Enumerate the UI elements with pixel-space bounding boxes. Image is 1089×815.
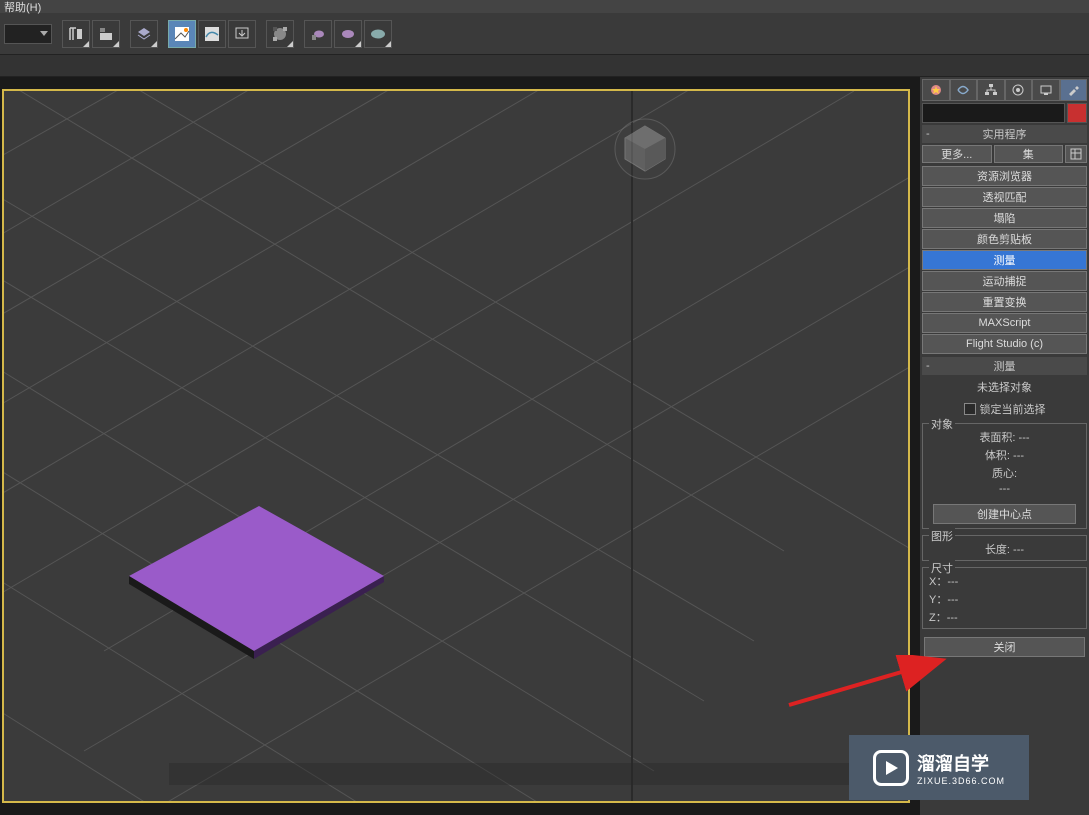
shape-group-label: 图形	[929, 528, 955, 544]
toolbar-btn-1[interactable]	[62, 20, 90, 48]
watermark: 溜溜自学 ZIXUE.3D66.COM	[849, 735, 1029, 800]
utilities-rollout-header[interactable]: - 实用程序	[922, 125, 1087, 143]
color-swatch[interactable]	[1067, 103, 1087, 123]
viewport-grid	[4, 91, 910, 803]
collapse-icon: -	[926, 360, 930, 372]
sub-toolbar	[0, 55, 1089, 77]
toolbar-btn-render-setup[interactable]	[304, 20, 332, 48]
shape-group: 图形 长度: ---	[922, 535, 1087, 561]
centroid-label: 质心:	[925, 464, 1084, 482]
toolbar-btn-render[interactable]	[364, 20, 392, 48]
main-toolbar	[0, 13, 1089, 55]
toolbar-btn-render-frame[interactable]	[334, 20, 362, 48]
utility-item-3[interactable]: 颜色剪贴板	[922, 229, 1087, 249]
size-z: Z：---	[925, 608, 1084, 626]
centroid-value: ---	[925, 482, 1084, 496]
box-object[interactable]	[124, 476, 394, 676]
toolbar-btn-curve-editor[interactable]	[168, 20, 196, 48]
size-y: Y：---	[925, 590, 1084, 608]
name-field[interactable]	[922, 103, 1065, 123]
hierarchy-tab[interactable]	[977, 79, 1005, 101]
dropdown-select[interactable]	[4, 24, 52, 44]
footer-strip	[169, 763, 914, 785]
object-group: 对象 表面积: --- 体积: --- 质心: --- 创建中心点	[922, 423, 1087, 529]
create-tab[interactable]	[922, 79, 950, 101]
collapse-icon: -	[926, 128, 930, 140]
utility-item-8[interactable]: Flight Studio (c)	[922, 334, 1087, 354]
watermark-sub: ZIXUE.3D66.COM	[917, 776, 1005, 786]
watermark-title: 溜溜自学	[917, 750, 1005, 776]
help-menu[interactable]: 帮助(H)	[4, 0, 41, 15]
create-center-button[interactable]: 创建中心点	[933, 504, 1076, 524]
display-tab[interactable]	[1032, 79, 1060, 101]
object-group-label: 对象	[929, 416, 955, 432]
volume: 体积: ---	[925, 446, 1084, 464]
annotation-arrow	[779, 655, 959, 715]
utility-item-6[interactable]: 重置变换	[922, 292, 1087, 312]
toolbar-btn-2[interactable]	[92, 20, 120, 48]
modify-tab[interactable]	[950, 79, 978, 101]
panel-tabs	[922, 79, 1087, 101]
utilities-list: 资源浏览器 透视匹配 塌陷 颜色剪贴板 测量 运动捕捉 重置变换 MAXScri…	[922, 165, 1087, 355]
toolbar-btn-material[interactable]	[266, 20, 294, 48]
utility-item-1[interactable]: 透视匹配	[922, 187, 1087, 207]
toolbar-btn-download[interactable]	[228, 20, 256, 48]
utility-item-4[interactable]: 测量	[922, 250, 1087, 270]
utility-item-0[interactable]: 资源浏览器	[922, 166, 1087, 186]
more-button[interactable]: 更多...	[922, 145, 992, 163]
size-group-label: 尺寸	[929, 560, 955, 576]
utility-item-2[interactable]: 塌陷	[922, 208, 1087, 228]
sets-button[interactable]: 集	[994, 145, 1064, 163]
no-selection-label: 未选择对象	[922, 377, 1087, 397]
measure-rollout-header[interactable]: - 测量	[922, 357, 1087, 375]
config-button[interactable]	[1065, 145, 1087, 163]
utilities-tab[interactable]	[1060, 79, 1088, 101]
rollout-title: 实用程序	[983, 126, 1027, 142]
play-icon	[873, 750, 909, 786]
perspective-viewport[interactable]	[2, 89, 910, 803]
toolbar-btn-layers[interactable]	[130, 20, 158, 48]
lock-selection-checkbox[interactable]	[964, 403, 976, 415]
motion-tab[interactable]	[1005, 79, 1033, 101]
close-button[interactable]: 关闭	[924, 637, 1085, 657]
utility-item-7[interactable]: MAXScript	[922, 313, 1087, 333]
lock-selection-label: 锁定当前选择	[980, 401, 1046, 417]
viewcube[interactable]	[610, 111, 680, 181]
menu-bar: 帮助(H)	[0, 0, 1089, 13]
toolbar-btn-graph[interactable]	[198, 20, 226, 48]
rollout-title: 测量	[994, 358, 1016, 374]
utility-item-5[interactable]: 运动捕捉	[922, 271, 1087, 291]
size-group: 尺寸 X：--- Y：--- Z：---	[922, 567, 1087, 629]
